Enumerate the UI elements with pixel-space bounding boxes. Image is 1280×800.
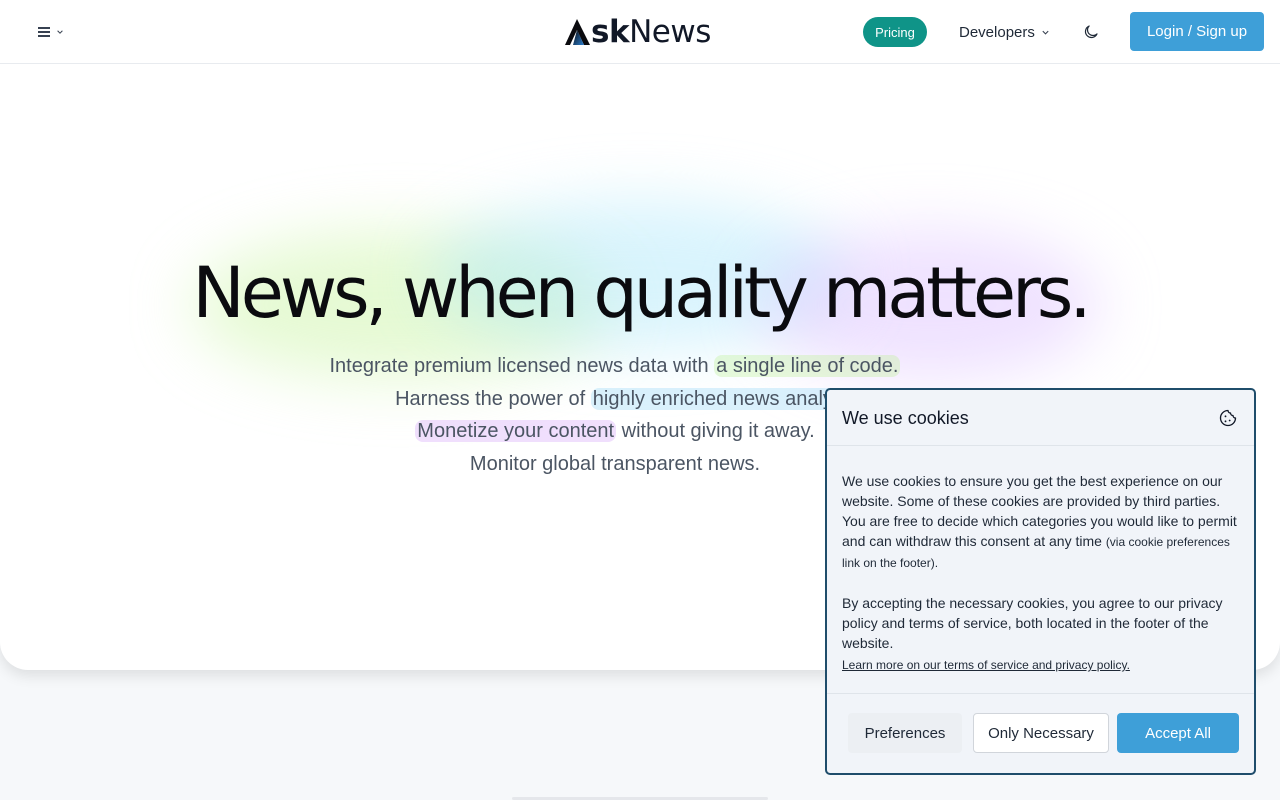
cookie-title: We use cookies: [842, 408, 969, 428]
chevron-down-icon: [1042, 30, 1049, 35]
hamburger-icon: [38, 27, 50, 37]
tagline-highlight: a single line of code.: [714, 355, 901, 377]
login-signup-button[interactable]: Login / Sign up: [1130, 12, 1264, 51]
preferences-button[interactable]: Preferences: [848, 713, 962, 753]
developers-menu[interactable]: Developers: [959, 21, 1050, 43]
cookie-header: We use cookies: [827, 390, 1254, 446]
cookie-paragraph-2: By accepting the necessary cookies, you …: [842, 595, 1223, 651]
menu-button[interactable]: [38, 20, 74, 44]
cookie-consent-dialog: We use cookies We use cookies to ensure …: [825, 388, 1256, 775]
asknews-logo[interactable]: skNews: [564, 14, 711, 50]
pricing-button[interactable]: Pricing: [863, 17, 927, 47]
logo-wordmark: skNews: [591, 14, 711, 50]
moon-icon[interactable]: [1082, 23, 1100, 41]
tagline-highlight: highly enriched news analy: [590, 387, 835, 410]
tagline-highlight: Monetize your content: [415, 420, 617, 442]
top-navigation: skNews Pricing Developers Login / Sign u…: [0, 0, 1280, 64]
only-necessary-button[interactable]: Only Necessary: [973, 713, 1109, 753]
cookie-body: We use cookies to ensure you get the bes…: [827, 446, 1254, 694]
logo-a-mark-icon: [565, 19, 590, 45]
tagline-1: Integrate premium licensed news data wit…: [329, 355, 901, 377]
cookie-icon: [1219, 409, 1237, 427]
chevron-down-icon: [57, 30, 63, 34]
developers-label: Developers: [959, 23, 1035, 41]
accept-all-button[interactable]: Accept All: [1117, 713, 1239, 753]
terms-privacy-link[interactable]: Learn more on our terms of service and p…: [842, 655, 1239, 675]
cookie-paragraph-1: We use cookies to ensure you get the bes…: [842, 473, 1237, 570]
hero-headline: News, when quality matters.: [192, 252, 1091, 334]
cookie-actions: Preferences Only Necessary Accept All: [827, 713, 1254, 753]
